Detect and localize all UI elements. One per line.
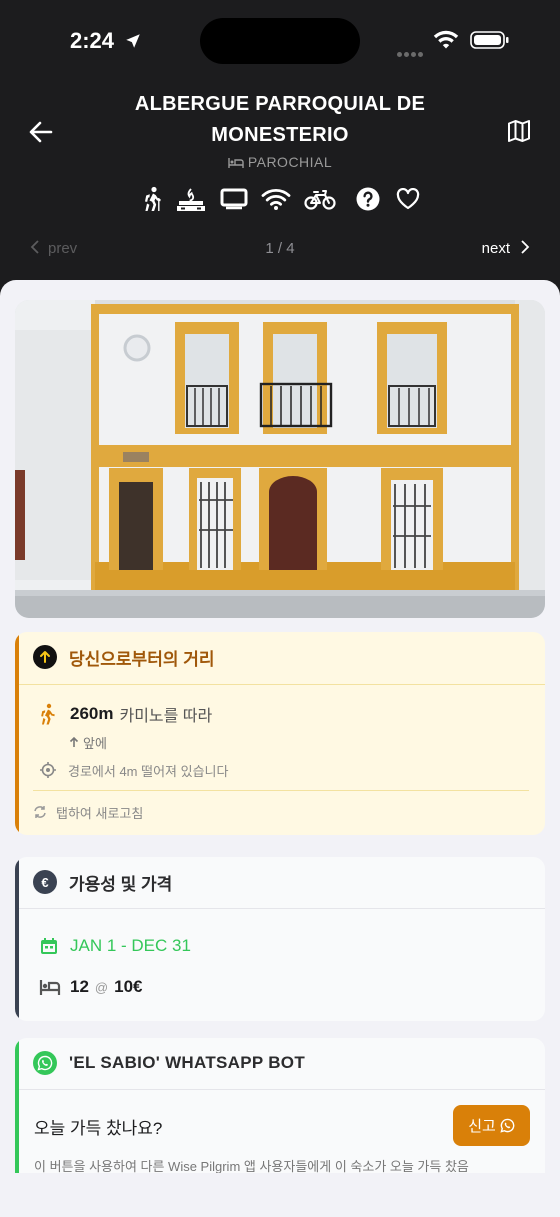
accommodation-type: PAROCHIAL (0, 154, 560, 170)
arrow-up-circle-icon (33, 645, 57, 669)
divider (19, 908, 545, 909)
status-bar: 2:24 (0, 18, 560, 64)
refresh-icon (34, 806, 46, 818)
distance-row: 260m 카미노를 따라 (39, 702, 212, 726)
tv-icon[interactable] (220, 184, 248, 214)
next-label: next (481, 240, 510, 257)
at-symbol: @ (94, 979, 109, 995)
card-accent-bar (15, 857, 19, 1021)
wifi-status-icon (433, 30, 459, 55)
divider (19, 684, 545, 685)
map-icon[interactable] (506, 118, 532, 144)
crosshair-icon (40, 762, 56, 778)
kitchen-icon[interactable] (175, 184, 207, 214)
header-area: 2:24 ALBERGUE PARROQUIAL DE MONESTERIO P… (0, 0, 560, 290)
hiker-icon[interactable] (140, 184, 166, 214)
back-arrow-icon[interactable] (27, 118, 55, 146)
offroute-row: 경로에서 4m 떨어져 있습니다 (39, 760, 228, 780)
bed-icon (39, 980, 61, 995)
arrow-up-icon (69, 736, 79, 747)
page-title: ALBERGUE PARROQUIAL DE MONESTERIO (134, 93, 426, 146)
bed-icon (228, 158, 244, 168)
bottom-fade (0, 1173, 560, 1217)
cellular-signal-icon (397, 44, 425, 62)
availability-card: € 가용성 및 가격 JAN 1 - DEC 31 12 @ 10€ (15, 857, 545, 1021)
euro-circle-icon: € (33, 870, 57, 894)
wifi-icon[interactable] (261, 184, 291, 214)
distance-card-header: 당신으로부터의 거리 (33, 645, 214, 669)
price-text: 10€ (114, 977, 143, 996)
walking-icon (41, 703, 55, 725)
photo-pager: prev 1 / 4 next (0, 240, 560, 264)
divider (19, 1089, 545, 1090)
status-time: 2:24 (70, 28, 115, 53)
whatsapp-card-header: 'EL SABIO' WHATSAPP BOT (33, 1051, 305, 1075)
dates-row: JAN 1 - DEC 31 (39, 934, 191, 958)
photo-counter: 1 / 4 (265, 240, 295, 257)
next-button[interactable]: next (482, 240, 530, 257)
chevron-right-icon (521, 240, 530, 254)
heart-icon[interactable] (395, 184, 421, 214)
whatsapp-card-title: 'EL SABIO' WHATSAPP BOT (69, 1053, 306, 1072)
direction-row: 앞에 (69, 733, 107, 751)
distance-card-title: 당신으로부터의 거리 (69, 649, 215, 669)
distance-card[interactable]: 당신으로부터의 거리 260m 카미노를 따라 앞에 경로에서 4m 떨어져 있… (15, 632, 545, 835)
battery-icon (470, 30, 510, 55)
dates-text: JAN 1 - DEC 31 (70, 936, 191, 955)
bicycle-icon[interactable] (304, 184, 336, 214)
beds-price-row: 12 @ 10€ (39, 975, 143, 999)
whatsapp-icon (500, 1118, 515, 1133)
card-accent-bar (15, 632, 19, 835)
location-arrow-icon (124, 32, 142, 55)
distance-text: 카미노를 따라 (119, 708, 213, 725)
availability-card-title: 가용성 및 가격 (69, 874, 173, 894)
accommodation-type-label: PAROCHIAL (247, 154, 333, 170)
amenities-row (0, 184, 560, 214)
offroute-text: 경로에서 4m 떨어져 있습니다 (68, 763, 229, 779)
beds-count: 12 (70, 977, 89, 996)
divider (33, 790, 529, 791)
report-button[interactable]: 신고 (453, 1105, 530, 1146)
availability-card-header: € 가용성 및 가격 (33, 870, 172, 894)
distance-value: 260m (70, 704, 114, 723)
calendar-icon (41, 938, 57, 954)
whatsapp-question: 오늘 가득 찼나요? (34, 1118, 163, 1138)
report-button-label: 신고 (468, 1118, 496, 1135)
content-sheet: 당신으로부터의 거리 260m 카미노를 따라 앞에 경로에서 4m 떨어져 있… (0, 280, 560, 1217)
help-icon[interactable] (355, 184, 381, 214)
dynamic-island (200, 18, 360, 64)
direction-text: 앞에 (83, 735, 107, 751)
refresh-row[interactable]: 탭하여 새로고침 (33, 803, 143, 821)
albergue-photo[interactable] (15, 300, 545, 618)
whatsapp-icon (33, 1051, 57, 1075)
refresh-text: 탭하여 새로고침 (56, 805, 144, 821)
